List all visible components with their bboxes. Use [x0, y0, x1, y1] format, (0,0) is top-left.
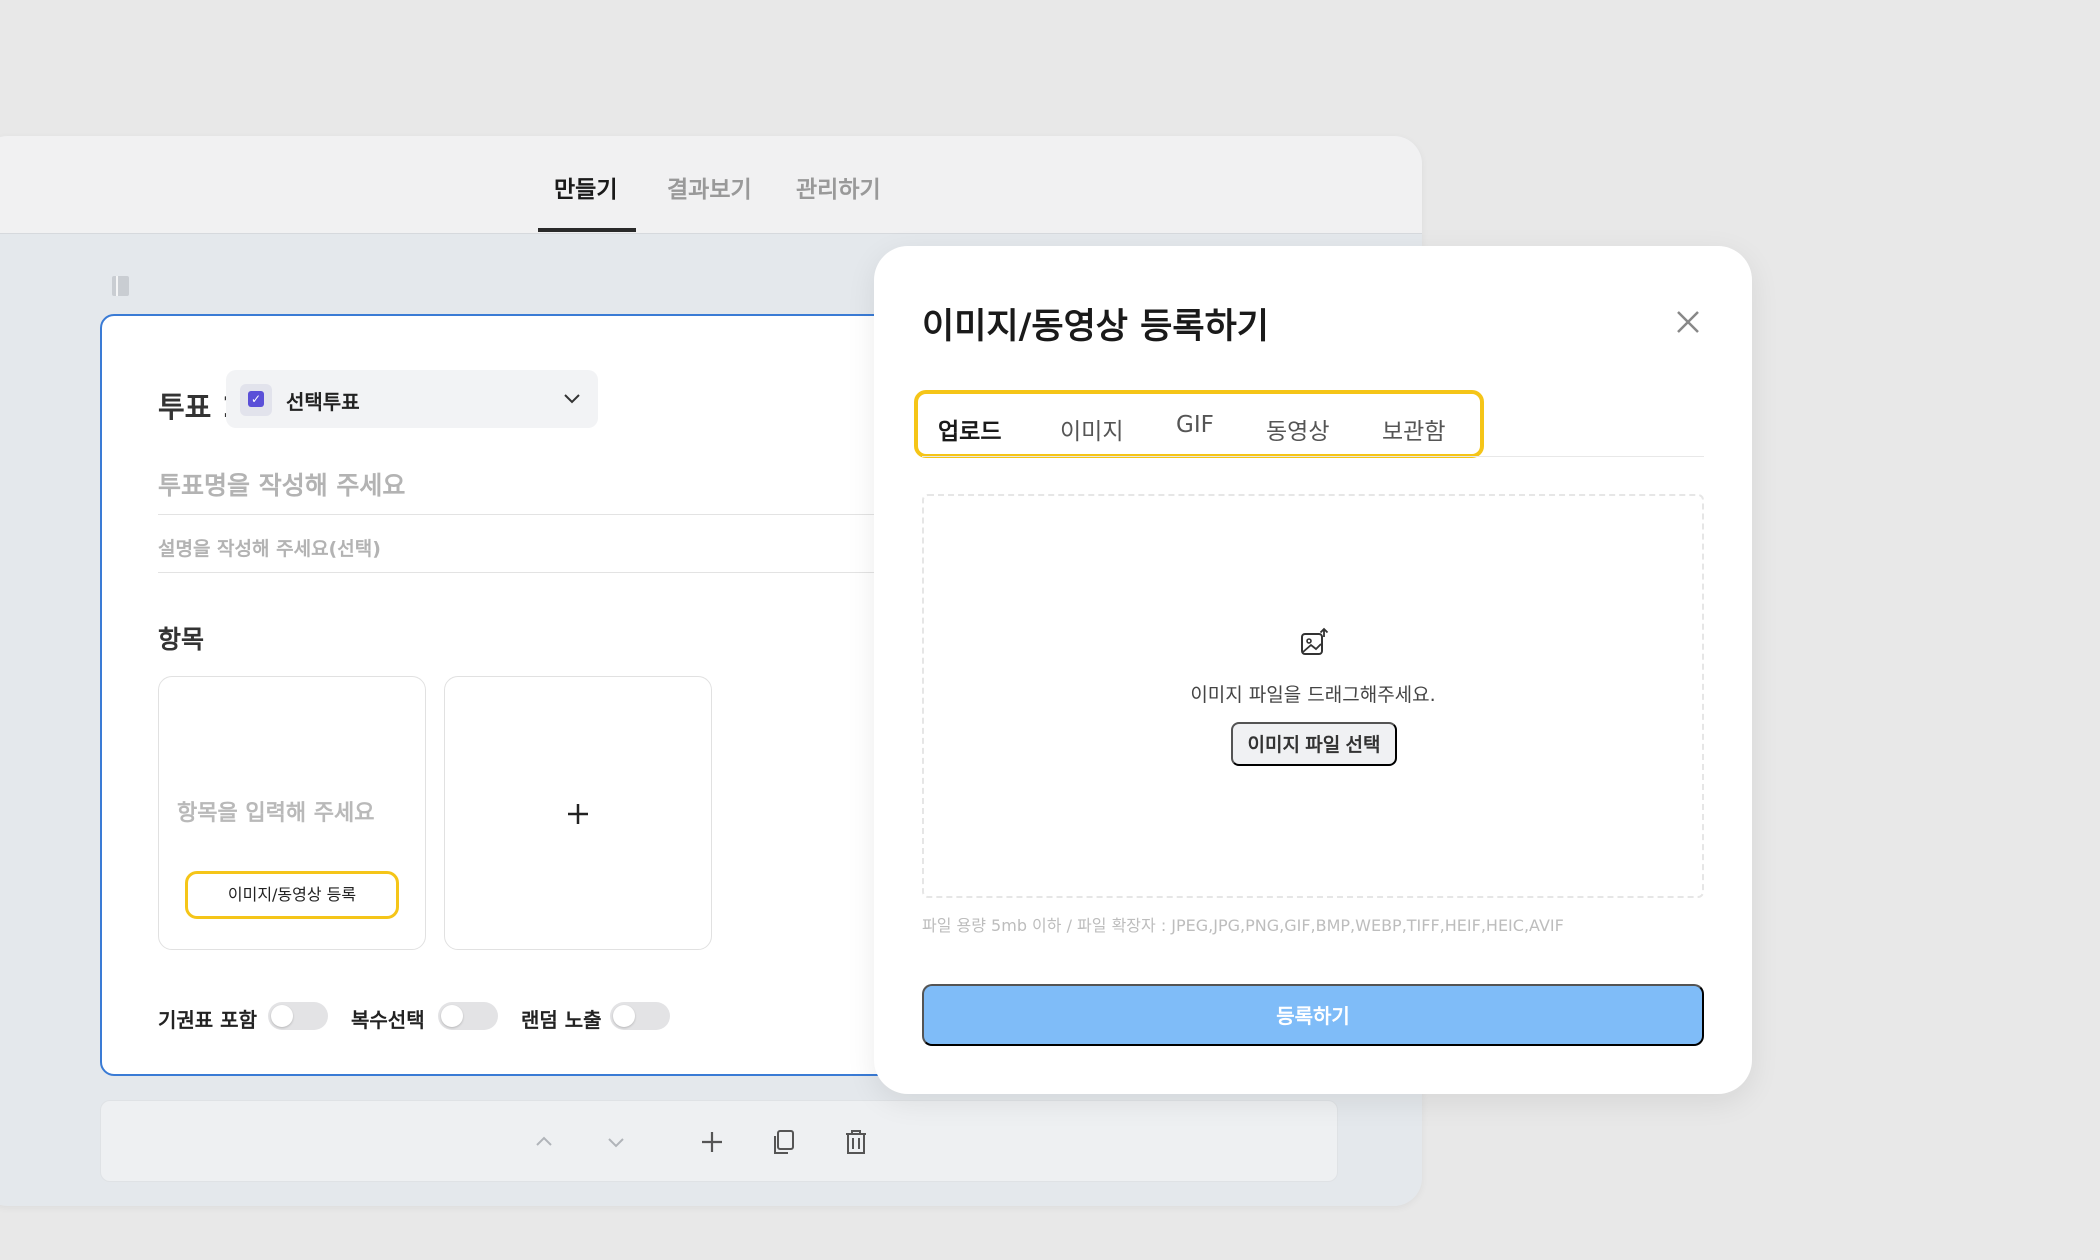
poll-type-dropdown[interactable]: 선택투표: [226, 370, 598, 428]
abstain-toggle[interactable]: [268, 1002, 328, 1030]
image-upload-icon: [1301, 627, 1329, 655]
multi-select-toggle[interactable]: [438, 1002, 498, 1030]
drop-instruction: 이미지 파일을 드래그해주세요.: [1190, 684, 1436, 706]
active-tab-indicator: [538, 228, 636, 232]
random-order-toggle[interactable]: [610, 1002, 670, 1030]
chevron-up-icon[interactable]: [529, 1127, 559, 1157]
chevron-down-icon[interactable]: [601, 1127, 631, 1157]
tab-upload[interactable]: 업로드: [938, 412, 1001, 446]
file-dropzone[interactable]: 이미지 파일을 드래그해주세요. 이미지 파일 선택: [922, 494, 1704, 898]
add-media-button[interactable]: 이미지/동영상 등록: [185, 871, 399, 919]
tab-gif[interactable]: GIF: [1176, 412, 1214, 438]
poll-description-input[interactable]: 설명을 작성해 주세요(선택): [158, 534, 381, 561]
plus-icon: [568, 804, 588, 824]
chevron-down-icon: [564, 394, 580, 404]
close-icon[interactable]: [1672, 306, 1704, 338]
media-source-tabs: 업로드 이미지 GIF 동영상 보관함: [914, 390, 1484, 458]
copy-icon[interactable]: [769, 1127, 799, 1157]
abstain-label: 기권표 포함: [158, 1008, 257, 1032]
media-upload-modal: 이미지/동영상 등록하기 업로드 이미지 GIF 동영상 보관함 이미지 파일을…: [874, 246, 1752, 1094]
tab-storage[interactable]: 보관함: [1382, 412, 1445, 446]
plus-icon[interactable]: [697, 1127, 727, 1157]
submit-button[interactable]: 등록하기: [922, 984, 1704, 1046]
random-order-label: 랜덤 노출: [521, 1008, 602, 1032]
tabs-divider: [922, 456, 1704, 457]
file-requirements-text: 파일 용량 5mb 이하 / 파일 확장자 : JPEG,JPG,PNG,GIF…: [922, 916, 1564, 935]
items-heading: 항목: [158, 625, 205, 654]
app-header: 만들기 결과보기 관리하기: [0, 136, 1422, 234]
tab-manage[interactable]: 관리하기: [796, 170, 881, 204]
tab-video[interactable]: 동영상: [1266, 412, 1329, 446]
tab-create[interactable]: 만들기: [554, 170, 617, 204]
option-text-input[interactable]: 항목을 입력해 주세요: [177, 795, 374, 827]
poll-type-label: 선택투표: [286, 390, 360, 414]
check-icon: [240, 384, 272, 416]
poll-name-input[interactable]: 투표명을 작성해 주세요: [158, 466, 405, 502]
book-icon[interactable]: [110, 274, 132, 298]
multi-select-label: 복수선택: [351, 1008, 425, 1032]
option-card: 항목을 입력해 주세요 이미지/동영상 등록: [158, 676, 426, 950]
tab-results[interactable]: 결과보기: [667, 170, 752, 204]
add-option-card[interactable]: [444, 676, 712, 950]
select-file-button[interactable]: 이미지 파일 선택: [1231, 722, 1397, 766]
trash-icon[interactable]: [841, 1127, 871, 1157]
poll-toolbar: [100, 1100, 1338, 1182]
tab-image[interactable]: 이미지: [1060, 412, 1123, 446]
modal-title: 이미지/동영상 등록하기: [922, 307, 1269, 347]
